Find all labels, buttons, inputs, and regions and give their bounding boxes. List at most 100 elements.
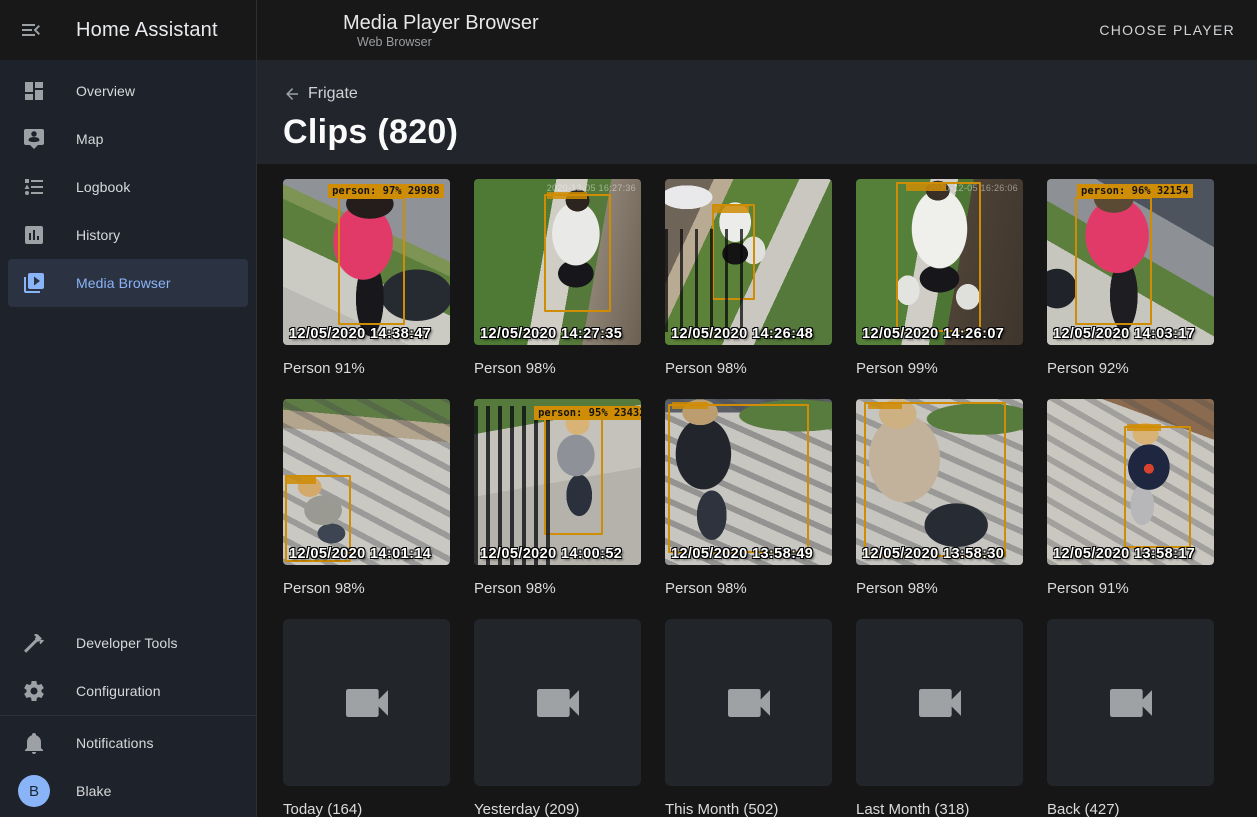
user-name: Blake <box>76 783 112 799</box>
arrow-left-icon <box>283 85 301 103</box>
clip-label: Person 91% <box>283 359 450 378</box>
sidebar-item-developer-tools[interactable]: Developer Tools <box>8 619 248 667</box>
content-header: Frigate Clips (820) <box>257 60 1257 164</box>
clip-label: Person 99% <box>856 359 1023 378</box>
breadcrumb[interactable]: Frigate <box>283 85 358 103</box>
clip-thumbnail[interactable]: 12/05/2020 14:01:14 <box>283 399 450 565</box>
clips-grid: person: 97% 2998812/05/2020 14:38:47 Pers… <box>257 164 1257 817</box>
clip-thumbnail[interactable]: 12/05/2020 13:58:30 <box>856 399 1023 565</box>
folder-thumbnail[interactable] <box>283 619 450 786</box>
sidebar-header: Home Assistant <box>0 0 256 60</box>
app-title: Home Assistant <box>76 19 218 42</box>
clip-thumbnail[interactable]: person: 97% 2998812/05/2020 14:38:47 <box>283 179 450 345</box>
media-grid-area: person: 97% 2998812/05/2020 14:38:47 Pers… <box>257 164 1257 817</box>
clip-thumbnail[interactable]: 2020-12-05 16:26:0612/05/2020 14:26:07 <box>856 179 1023 345</box>
video-camera-icon <box>912 675 968 731</box>
folder-card[interactable]: Yesterday (209) <box>474 619 641 817</box>
folder-thumbnail[interactable] <box>474 619 641 786</box>
detection-tag <box>1127 424 1161 431</box>
detection-tag <box>868 402 902 409</box>
clip-card[interactable]: 12/05/2020 13:58:49Person 98% <box>665 399 832 598</box>
folder-label: This Month (502) <box>665 800 832 817</box>
app-window: Home Assistant Overview Map Logbook <box>0 0 1257 817</box>
clip-card[interactable]: 12/05/2020 14:01:14 Person 98% <box>283 399 450 598</box>
clip-card[interactable]: person: 95% 2343212/05/2020 14:00:52Pers… <box>474 399 641 598</box>
sidebar-item-notifications[interactable]: Notifications <box>8 719 248 767</box>
clip-thumbnail[interactable]: 2020-12-05 16:27:3612/05/2020 14:27:35 <box>474 179 641 345</box>
person-bounding-box <box>1124 426 1191 549</box>
person-bounding-box <box>338 197 405 325</box>
dashboard-icon <box>22 79 46 103</box>
sidebar-bottom-section: Notifications B Blake <box>0 715 256 817</box>
person-bounding-box <box>544 194 611 312</box>
clip-timestamp: 12/05/2020 14:26:48 <box>671 326 813 342</box>
clip-label: Person 98% <box>665 359 832 378</box>
sidebar-item-label: Developer Tools <box>76 635 178 651</box>
folder-label: Last Month (318) <box>856 800 1023 817</box>
sidebar-item-user-profile[interactable]: B Blake <box>8 767 248 815</box>
person-bounding-box <box>668 404 808 553</box>
bell-icon <box>22 731 46 755</box>
clip-timestamp: 12/05/2020 13:58:49 <box>671 546 813 562</box>
person-bounding-box <box>1075 197 1152 325</box>
clip-card[interactable]: 12/05/2020 13:58:17 Person 91% <box>1047 399 1214 598</box>
clip-timestamp: 12/05/2020 14:27:35 <box>480 326 622 342</box>
folder-card[interactable]: Last Month (318) <box>856 619 1023 817</box>
detection-label: person: 97% 29988 <box>328 184 443 198</box>
clip-card[interactable]: person: 96% 3215412/05/2020 14:03:17 Pers… <box>1047 179 1214 378</box>
clip-thumbnail[interactable]: 12/05/2020 13:58:17 <box>1047 399 1214 565</box>
sidebar-item-history[interactable]: History <box>8 211 248 259</box>
clip-label: Person 91% <box>1047 579 1214 598</box>
detection-label: person: 95% 23432 <box>534 406 641 420</box>
choose-player-button[interactable]: CHOOSE PLAYER <box>1087 14 1247 46</box>
sidebar-item-label: Notifications <box>76 735 154 751</box>
clip-timestamp: 12/05/2020 13:58:30 <box>862 546 1004 562</box>
folder-label: Back (427) <box>1047 800 1214 817</box>
clip-card[interactable]: 12/05/2020 13:58:30 Person 98% <box>856 399 1023 598</box>
detection-tag <box>672 402 708 409</box>
clip-card[interactable]: 12/05/2020 14:26:48 Person 98% <box>665 179 832 378</box>
clip-thumbnail[interactable]: 12/05/2020 14:26:48 <box>665 179 832 345</box>
person-bounding-box <box>896 182 981 331</box>
hammer-icon <box>22 631 46 655</box>
detection-tag <box>906 184 946 191</box>
menu-open-icon[interactable] <box>19 18 43 42</box>
folder-thumbnail[interactable] <box>1047 619 1214 786</box>
clip-timestamp: 12/05/2020 14:00:52 <box>480 546 622 562</box>
person-bounding-box <box>864 402 1006 556</box>
clip-card[interactable]: 2020-12-05 16:26:0612/05/2020 14:26:07 Pe… <box>856 179 1023 378</box>
video-camera-icon <box>721 675 777 731</box>
sidebar-item-label: History <box>76 227 120 243</box>
sidebar-item-logbook[interactable]: Logbook <box>8 163 248 211</box>
page-header-subtitle: Web Browser <box>343 35 539 50</box>
person-bounding-box <box>712 204 755 300</box>
history-chart-icon <box>22 223 46 247</box>
clip-card[interactable]: person: 97% 2998812/05/2020 14:38:47 Pers… <box>283 179 450 378</box>
sidebar-item-media-browser[interactable]: Media Browser <box>8 259 248 307</box>
sidebar-item-map[interactable]: Map <box>8 115 248 163</box>
folder-card[interactable]: Back (427) <box>1047 619 1214 817</box>
clip-label: Person 98% <box>283 579 450 598</box>
detection-tag <box>286 477 316 484</box>
media-browser-icon <box>22 271 46 295</box>
folder-thumbnail[interactable] <box>856 619 1023 786</box>
folder-thumbnail[interactable] <box>665 619 832 786</box>
detection-tag <box>547 192 587 199</box>
video-camera-icon <box>530 675 586 731</box>
page-header-title: Media Player Browser <box>343 11 539 35</box>
avatar: B <box>18 775 50 807</box>
clip-label: Person 92% <box>1047 359 1214 378</box>
sidebar-item-label: Logbook <box>76 179 130 195</box>
sidebar-item-overview[interactable]: Overview <box>8 67 248 115</box>
clip-label: Person 98% <box>856 579 1023 598</box>
folder-card[interactable]: Today (164) <box>283 619 450 817</box>
clip-thumbnail[interactable]: person: 95% 23432 12/05/2020 14:00:52 <box>474 399 641 565</box>
clip-card[interactable]: 2020-12-05 16:27:3612/05/2020 14:27:35Pe… <box>474 179 641 378</box>
folder-card[interactable]: This Month (502) <box>665 619 832 817</box>
sidebar: Home Assistant Overview Map Logbook <box>0 0 257 817</box>
logbook-list-icon <box>22 175 46 199</box>
sidebar-item-configuration[interactable]: Configuration <box>8 667 248 715</box>
clip-thumbnail[interactable]: 12/05/2020 13:58:49 <box>665 399 832 565</box>
clip-timestamp: 12/05/2020 14:01:14 <box>289 546 431 562</box>
clip-thumbnail[interactable]: person: 96% 3215412/05/2020 14:03:17 <box>1047 179 1214 345</box>
